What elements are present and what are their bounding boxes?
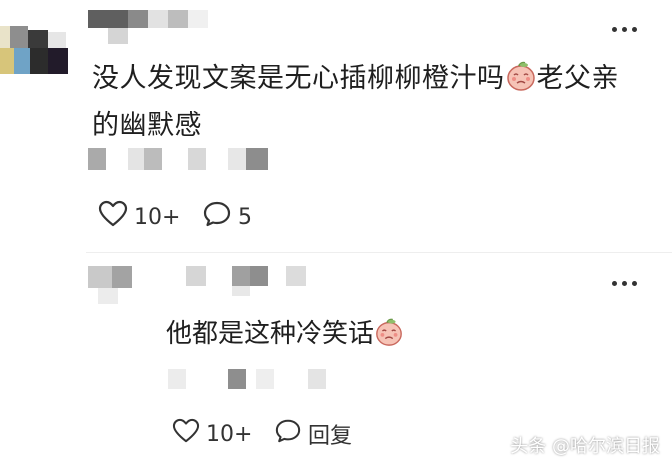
comment-bubble-icon [274,418,302,450]
heart-icon [98,200,128,234]
avatar[interactable] [0,26,70,74]
comment-text-line2: 的幽默感 [92,110,202,141]
comment-text-after-emoji: 老父亲 [536,63,619,94]
reply-avatar-blurred[interactable] [88,266,138,306]
reply-count: 5 [238,204,252,230]
like-count: 10+ [134,204,181,230]
reply-text: 他都是这种冷笑话 [166,316,606,357]
comment-text: 没人发现文案是无心插柳柳橙汁吗 老父亲 的幽默感 [92,58,652,147]
comment-text-main: 没人发现文案是无心插柳柳橙汁吗 [92,63,505,94]
peach-cry-emoji-icon [505,60,537,105]
reply-more-options-icon[interactable] [612,281,637,286]
watermark: 头条 @哈尔滨日报 [510,436,660,457]
comment-bubble-icon [202,200,232,234]
reply-meta-blurred [168,369,328,389]
more-options-icon[interactable] [612,27,637,32]
reply-text-main: 他都是这种冷笑话 [166,319,375,349]
reply-label: 回复 [308,424,353,449]
reply-button[interactable]: 回复 [274,418,352,450]
comment-meta-blurred [88,148,278,170]
reply-count-button[interactable]: 5 [202,200,252,234]
reply-like-count: 10+ [206,421,253,447]
reply-like-button[interactable]: 10+ [172,418,252,450]
reply-username-blurred[interactable] [186,266,306,296]
like-button[interactable]: 10+ [98,200,180,234]
divider [86,252,672,253]
heart-icon [172,418,200,450]
username-blurred[interactable] [88,10,208,46]
peach-cry-emoji-icon [374,317,404,357]
